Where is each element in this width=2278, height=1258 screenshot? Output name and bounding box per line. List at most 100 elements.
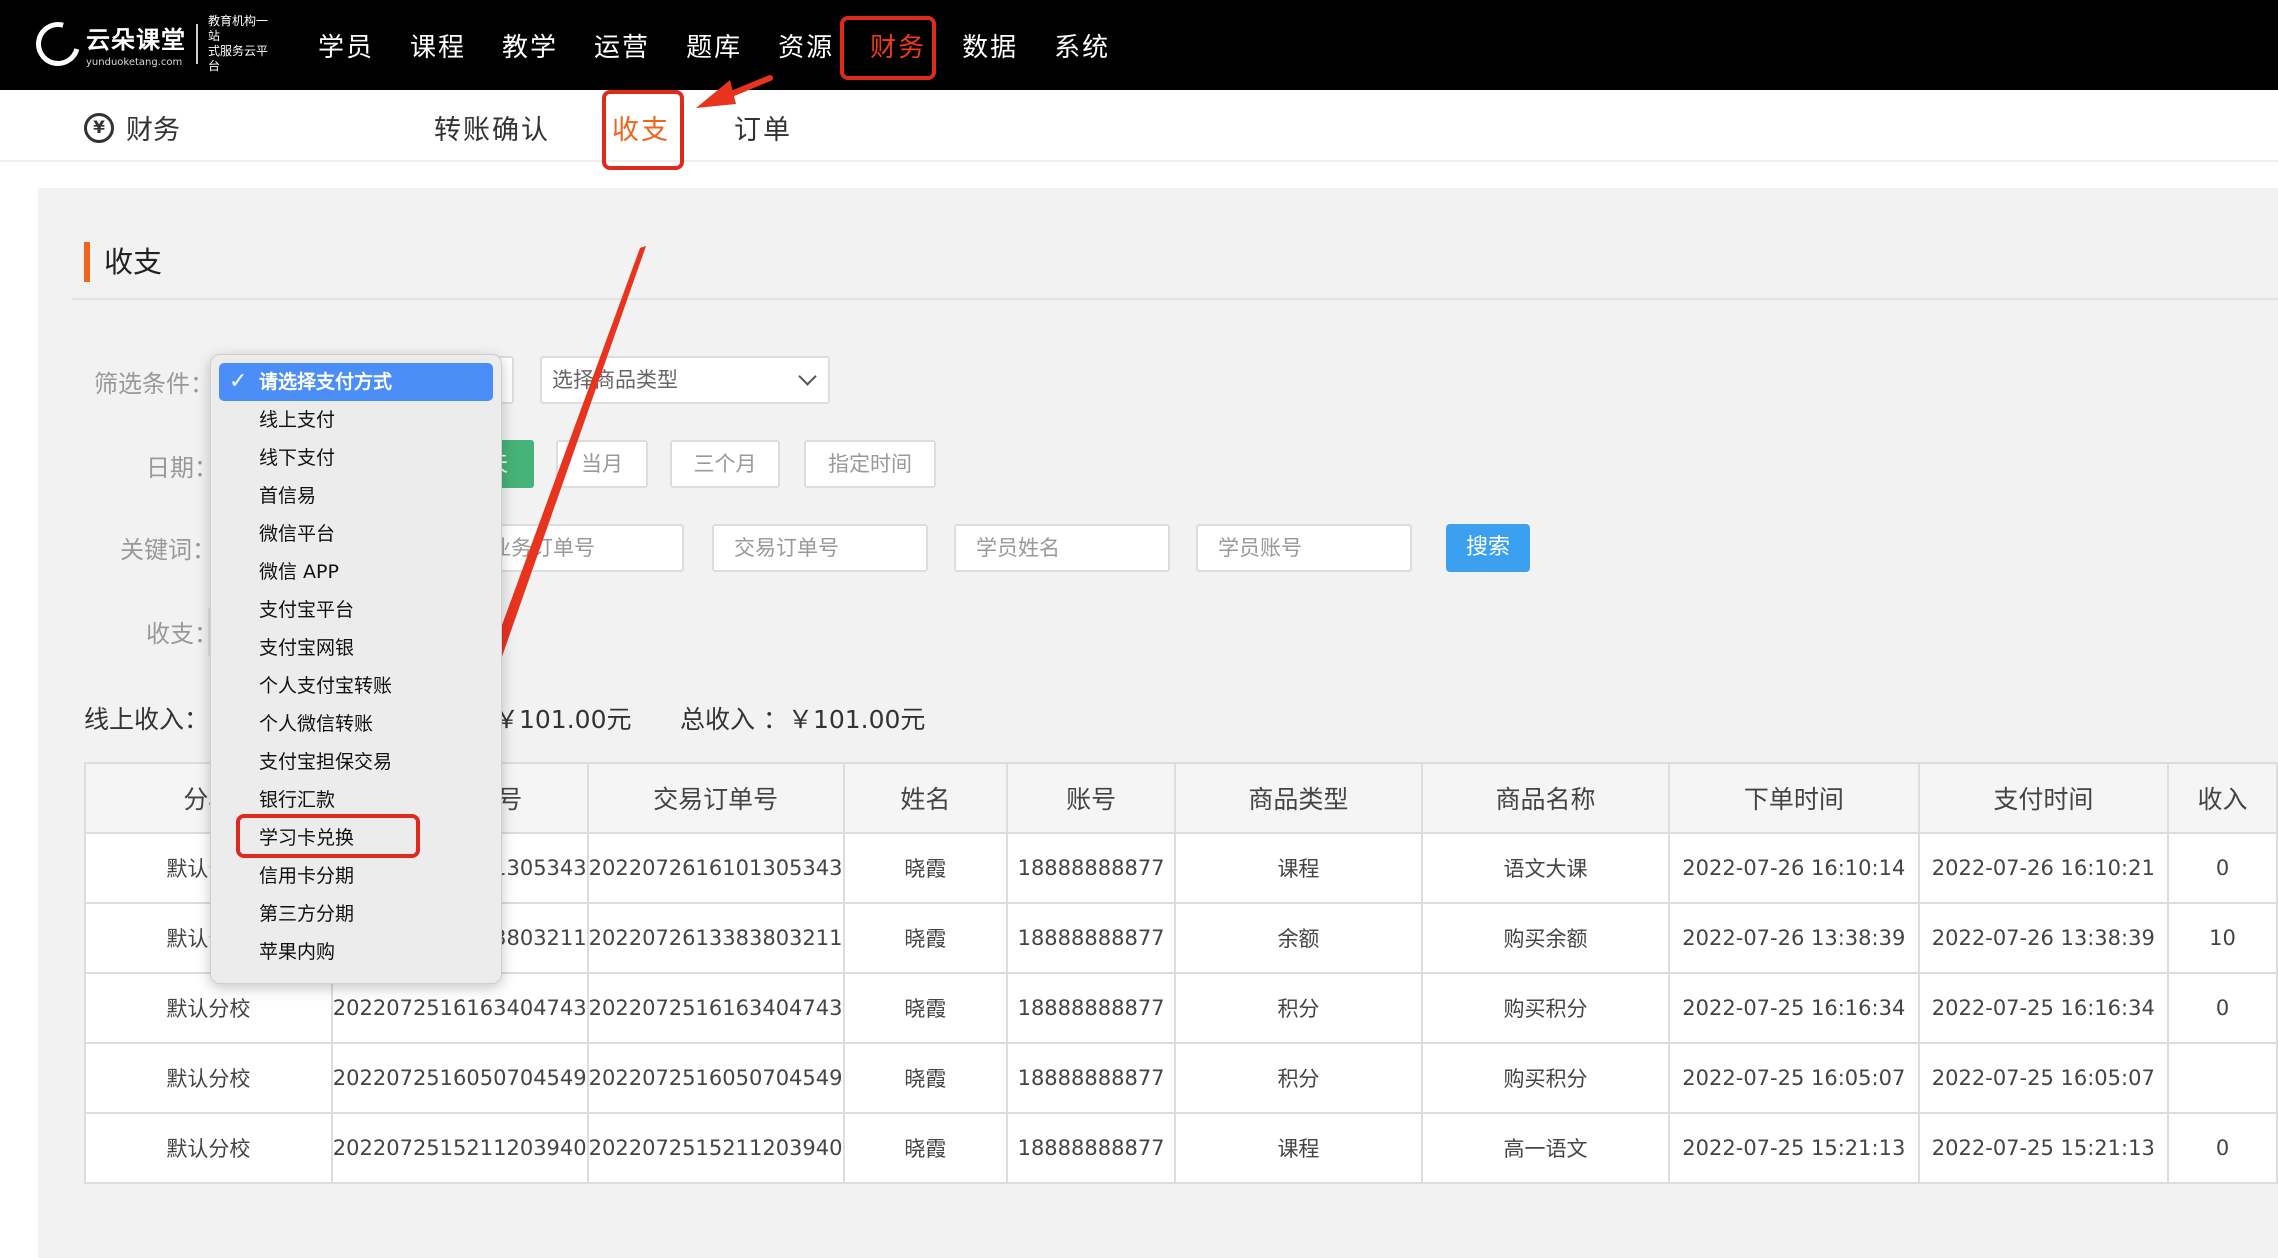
keyword-label: 关键词： <box>120 536 216 564</box>
sub-navbar: ¥ 财务 转账确认 收支 订单 <box>0 90 2278 162</box>
nav-operations[interactable]: 运营 <box>594 27 650 64</box>
cell-business-order: 2022072516050704549 <box>330 1042 589 1114</box>
cell-transaction-order: 2022072516163404743 <box>586 972 845 1044</box>
dropdown-option-selected[interactable]: ✓ 请选择支付方式 <box>219 363 493 401</box>
dropdown-option[interactable]: 支付宝网银 <box>211 629 501 667</box>
top-navbar: 云朵课堂 yunduoketang.com 教育机构一站 式服务云平台 学员 课… <box>0 0 2278 90</box>
tab-orders[interactable]: 订单 <box>734 108 792 147</box>
dropdown-option[interactable]: 个人微信转账 <box>211 705 501 743</box>
cell-goods-name: 购买积分 <box>1420 1042 1671 1114</box>
cell-income <box>2167 1042 2278 1114</box>
cell-goods-type: 积分 <box>1173 972 1423 1044</box>
cell-pay-time: 2022-07-25 15:21:13 <box>1917 1112 2170 1184</box>
dropdown-option[interactable]: 苹果内购 <box>211 933 501 971</box>
nav-system[interactable]: 系统 <box>1054 27 1110 64</box>
section-title: ¥ 财务 <box>84 108 180 147</box>
col-header-goods-type: 商品类型 <box>1173 762 1423 834</box>
cell-order-time: 2022-07-25 16:05:07 <box>1668 1042 1920 1114</box>
dropdown-selected-label: 请选择支付方式 <box>259 371 393 393</box>
cell-account: 18888888877 <box>1006 972 1176 1044</box>
cell-goods-name: 语文大课 <box>1420 832 1671 904</box>
cell-pay-time: 2022-07-26 16:10:21 <box>1917 832 2170 904</box>
dropdown-option[interactable]: 线上支付 <box>211 401 501 439</box>
logo-slogan: 教育机构一站 式服务云平台 <box>208 14 278 74</box>
dropdown-option[interactable]: 线下支付 <box>211 439 501 477</box>
cell-name: 晓霞 <box>842 1112 1009 1184</box>
cell-income: 10 <box>2167 902 2278 974</box>
cell-pay-time: 2022-07-26 13:38:39 <box>1917 902 2170 974</box>
search-button[interactable]: 搜索 <box>1446 524 1530 572</box>
goods-type-placeholder: 选择商品类型 <box>552 368 678 392</box>
annotation-box-option <box>236 814 420 858</box>
col-header-name: 姓名 <box>842 762 1009 834</box>
nav-data[interactable]: 数据 <box>962 27 1018 64</box>
section-label: 财务 <box>126 115 180 146</box>
check-icon: ✓ <box>229 369 248 394</box>
cell-income: 0 <box>2167 972 2278 1044</box>
col-header-account: 账号 <box>1006 762 1176 834</box>
dropdown-option[interactable]: 支付宝担保交易 <box>211 743 501 781</box>
nav-question-bank[interactable]: 题库 <box>686 27 742 64</box>
logo-slogan-line: 式服务云平台 <box>208 44 269 73</box>
logo-name: 云朵课堂 <box>86 26 186 54</box>
table-row: 默认分校 2022072516050704549 20220725160507045… <box>84 1042 2278 1114</box>
cell-business-order: 2022072515211203940 <box>330 1112 589 1184</box>
student-name-input[interactable] <box>954 524 1170 572</box>
date-three-months-button[interactable]: 三个月 <box>670 440 780 488</box>
nav-resources[interactable]: 资源 <box>778 27 834 64</box>
cell-goods-type: 积分 <box>1173 1042 1423 1114</box>
cell-order-time: 2022-07-25 15:21:13 <box>1668 1112 1920 1184</box>
payment-method-dropdown[interactable]: ✓ 请选择支付方式 线上支付 线下支付 首信易 微信平台 微信 APP 支付宝平台 支付宝网… <box>210 354 502 984</box>
cell-goods-name: 购买积分 <box>1420 972 1671 1044</box>
income-amount: ￥101.00元 <box>494 705 632 734</box>
annotation-box-tab <box>602 90 684 170</box>
dropdown-option[interactable]: 首信易 <box>211 477 501 515</box>
col-header-order-time: 下单时间 <box>1668 762 1920 834</box>
col-header-income: 收入 <box>2167 762 2278 834</box>
cell-name: 晓霞 <box>842 972 1009 1044</box>
cell-account: 18888888877 <box>1006 902 1176 974</box>
cell-income: 0 <box>2167 1112 2278 1184</box>
nav-courses[interactable]: 课程 <box>410 27 466 64</box>
nav-teaching[interactable]: 教学 <box>502 27 558 64</box>
logo-text: 云朵课堂 yunduoketang.com <box>86 20 186 68</box>
logo[interactable]: 云朵课堂 yunduoketang.com 教育机构一站 式服务云平台 <box>27 13 278 75</box>
date-custom-button[interactable]: 指定时间 <box>804 440 936 488</box>
cell-order-time: 2022-07-26 13:38:39 <box>1668 902 1920 974</box>
cell-name: 晓霞 <box>842 832 1009 904</box>
filter-condition-label: 筛选条件： <box>94 370 214 398</box>
dropdown-option[interactable]: 个人支付宝转账 <box>211 667 501 705</box>
dropdown-option[interactable]: 第三方分期 <box>211 895 501 933</box>
cell-goods-type: 课程 <box>1173 832 1423 904</box>
col-header-pay-time: 支付时间 <box>1917 762 2170 834</box>
cell-account: 18888888877 <box>1006 1112 1176 1184</box>
col-header-goods-name: 商品名称 <box>1420 762 1671 834</box>
tab-transfer-confirm[interactable]: 转账确认 <box>434 108 550 147</box>
cell-goods-name: 购买余额 <box>1420 902 1671 974</box>
cell-pay-time: 2022-07-25 16:05:07 <box>1917 1042 2170 1114</box>
page-title: 收支 <box>84 242 162 282</box>
cell-campus: 默认分校 <box>84 1042 333 1114</box>
cell-name: 晓霞 <box>842 902 1009 974</box>
dropdown-option[interactable]: 信用卡分期 <box>211 857 501 895</box>
goods-type-select[interactable]: 选择商品类型 <box>540 356 830 404</box>
date-month-button[interactable]: 当月 <box>556 440 648 488</box>
logo-divider <box>196 24 198 64</box>
dropdown-option[interactable]: 微信平台 <box>211 515 501 553</box>
cell-transaction-order: 2022072613383803211 <box>586 902 845 974</box>
title-divider <box>72 298 2278 300</box>
cell-account: 18888888877 <box>1006 832 1176 904</box>
student-account-input[interactable] <box>1196 524 1412 572</box>
yuan-coin-icon: ¥ <box>84 112 114 143</box>
nav-students[interactable]: 学员 <box>318 27 374 64</box>
cell-pay-time: 2022-07-25 16:16:34 <box>1917 972 2170 1044</box>
cell-campus: 默认分校 <box>84 1112 333 1184</box>
cell-account: 18888888877 <box>1006 1042 1176 1114</box>
dropdown-option[interactable]: 微信 APP <box>211 553 501 591</box>
main-menu: 学员 课程 教学 运营 题库 资源 财务 数据 系统 <box>318 0 1146 90</box>
cell-transaction-order: 2022072616101305343 <box>586 832 845 904</box>
cell-transaction-order: 2022072515211203940 <box>586 1112 845 1184</box>
transaction-order-input[interactable] <box>712 524 928 572</box>
total-income: 总收入 ：￥101.00元 <box>680 705 926 734</box>
dropdown-option[interactable]: 支付宝平台 <box>211 591 501 629</box>
